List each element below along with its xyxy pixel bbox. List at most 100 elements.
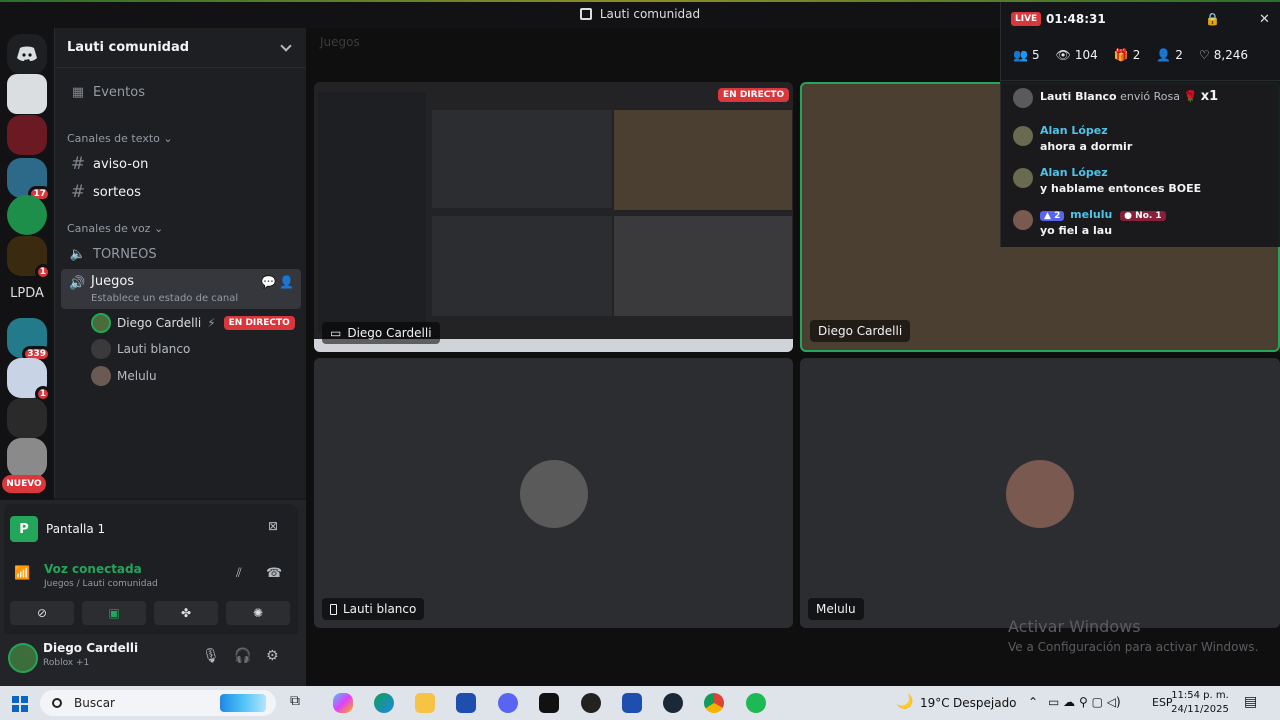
voice-connected-status[interactable]: Voz conectada: [44, 562, 142, 576]
task-view-icon[interactable]: ⧉: [290, 693, 310, 713]
eye-icon: 👁: [1055, 48, 1071, 62]
avatar[interactable]: [8, 643, 38, 673]
spotify-icon[interactable]: [746, 693, 766, 713]
store-icon[interactable]: [456, 693, 476, 713]
soundboard-icon: ✺: [252, 606, 264, 620]
server-rail: 17 1 LPDA 339 1 NUEVO: [0, 28, 54, 500]
voice-member[interactable]: Melulu: [91, 365, 157, 387]
weather-icon[interactable]: 🌙: [896, 694, 913, 710]
server-icon-lauti[interactable]: [7, 74, 47, 114]
participant-tile[interactable]: Lauti blanco: [314, 358, 793, 628]
steam-icon[interactable]: [663, 693, 683, 713]
activities-button[interactable]: ✤: [154, 601, 218, 625]
stat-value: 2: [1175, 48, 1183, 62]
notification-icon[interactable]: ▤: [1244, 694, 1257, 710]
channel-status-prompt[interactable]: Establece un estado de canal: [91, 293, 238, 304]
voice-member[interactable]: Lauti blanco: [91, 338, 190, 360]
microphone-icon[interactable]: 🎙: [202, 648, 220, 664]
voice-member[interactable]: Diego Cardelli ⚡ EN DIRECTO: [91, 312, 295, 334]
chevron-up-icon[interactable]: ⌃: [1028, 695, 1038, 709]
discord-home-button[interactable]: [7, 34, 47, 74]
taskbar-clock[interactable]: 11:54 p. m. 24/11/2025: [1170, 689, 1230, 717]
events-label: Eventos: [93, 84, 145, 100]
avatar: [1013, 126, 1033, 146]
noise-suppression-icon[interactable]: ⫽: [236, 566, 242, 581]
window-title: Lauti comunidad: [599, 7, 701, 21]
tiktok-icon[interactable]: [539, 693, 559, 713]
copilot-icon[interactable]: [333, 693, 353, 713]
chrome-icon[interactable]: [704, 693, 724, 713]
camera-button[interactable]: ⊘: [10, 601, 74, 625]
stream-tile[interactable]: EN DIRECTO ▭ Diego Cardelli: [314, 82, 793, 352]
stream-name: Pantalla 1: [46, 522, 106, 536]
app-icon[interactable]: [581, 693, 601, 713]
channel-torneos[interactable]: 🔈 TORNEOS: [61, 241, 301, 267]
gift-user: Lauti Blanco: [1040, 90, 1117, 103]
tray-icons[interactable]: ▭ ☁ ⚲ ▢ ◁): [1048, 695, 1121, 709]
avatar: [1006, 460, 1074, 528]
add-user-icon[interactable]: 👤: [279, 275, 294, 289]
disconnect-icon[interactable]: ☎: [266, 566, 282, 581]
discord-logo-icon: [17, 46, 37, 61]
lock-icon[interactable]: 🔒: [1205, 12, 1220, 26]
gift-count: x1: [1200, 89, 1219, 104]
stop-stream-icon[interactable]: ⊠: [268, 519, 278, 533]
weather-text[interactable]: Despejado: [953, 696, 1017, 710]
server-icon-2[interactable]: [7, 115, 47, 155]
file-explorer-icon[interactable]: [415, 693, 435, 713]
screen-share-icon: P: [10, 516, 38, 542]
windows-taskbar: Buscar ⧉ 🌙 19°C Despejado ⌃ ▭ ☁ ⚲ ▢ ◁) E…: [0, 686, 1280, 720]
chat-message: Alan López ahora a dormir: [1013, 124, 1132, 153]
gift-icon: 🎁: [1113, 48, 1129, 62]
voice-category[interactable]: Canales de voz ⌄: [67, 222, 163, 235]
tile-name: Melulu: [816, 602, 856, 616]
channel-sorteos[interactable]: # sorteos: [61, 179, 301, 205]
live-stats: 👥 5 👁 104 🎁 2 👤 2 ♡ 8,246: [1013, 48, 1248, 62]
headphones-icon[interactable]: 🎧: [234, 648, 251, 664]
clock-time: 11:54 p. m.: [1171, 690, 1229, 701]
screen: Lauti comunidad 17 1 LPDA 339 1 NUEVO La…: [0, 0, 1280, 720]
likes-stat: ♡ 8,246: [1199, 48, 1248, 62]
voice-location: Juegos / Lauti comunidad: [44, 579, 158, 589]
server-icon-7[interactable]: 1: [7, 358, 51, 402]
windows-start-icon[interactable]: [12, 696, 28, 712]
stream-preview[interactable]: P Pantalla 1: [10, 516, 105, 542]
edge-icon[interactable]: [374, 693, 394, 713]
server-icon-5[interactable]: 1: [7, 236, 51, 280]
soundboard-button[interactable]: ✺: [226, 601, 290, 625]
screen-share-button[interactable]: ▣: [82, 601, 146, 625]
avatar: [1013, 210, 1033, 230]
text-category[interactable]: Canales de texto ⌄: [67, 132, 173, 145]
activation-watermark-title: Activar Windows: [1008, 617, 1141, 636]
channel-name: aviso-on: [93, 156, 149, 172]
taskbar-search[interactable]: Buscar: [40, 690, 276, 716]
tile-label: ▭ Diego Cardelli: [322, 322, 440, 344]
server-icon-8[interactable]: [7, 398, 47, 438]
signal-icon[interactable]: 📶: [14, 566, 30, 581]
gear-icon[interactable]: ⚙: [266, 648, 279, 664]
events-item[interactable]: ▦ Eventos: [61, 79, 301, 105]
clock-date: 24/11/2025: [1171, 704, 1229, 715]
channel-juegos[interactable]: 🔊 Juegos Establece un estado de canal 💬 …: [61, 269, 301, 309]
close-icon[interactable]: ✕: [1259, 12, 1270, 27]
server-text-icon[interactable]: LPDA: [0, 286, 54, 301]
chat-icon[interactable]: 💬: [261, 275, 276, 289]
server-icon-6[interactable]: 339: [7, 318, 51, 362]
nested-camera: [614, 110, 792, 210]
discord-taskbar-icon[interactable]: [498, 693, 518, 713]
live-overlay: LIVE 01:48:31 🔒 ✕ 👥 5 👁 104 🎁 2 👤 2 ♡ 8,246 L…: [1000, 2, 1280, 247]
weather-temp[interactable]: 19°C: [920, 696, 950, 710]
server-header[interactable]: Lauti comunidad: [55, 28, 306, 68]
hash-icon: #: [70, 154, 86, 174]
server-icon-3[interactable]: 17: [7, 158, 51, 202]
tile-label: Melulu: [808, 598, 864, 620]
live-timer: 01:48:31: [1046, 12, 1106, 26]
message-text: yo fiel a lau: [1040, 224, 1113, 237]
gift-action: envió Rosa: [1120, 90, 1180, 103]
server-icon-9[interactable]: [7, 438, 47, 478]
channel-aviso-on[interactable]: # aviso-on: [61, 151, 301, 177]
roblox-icon[interactable]: [622, 693, 642, 713]
user-name[interactable]: Diego Cardelli: [43, 641, 138, 655]
participant-tile[interactable]: Melulu: [800, 358, 1280, 628]
server-icon-4[interactable]: [7, 195, 47, 235]
